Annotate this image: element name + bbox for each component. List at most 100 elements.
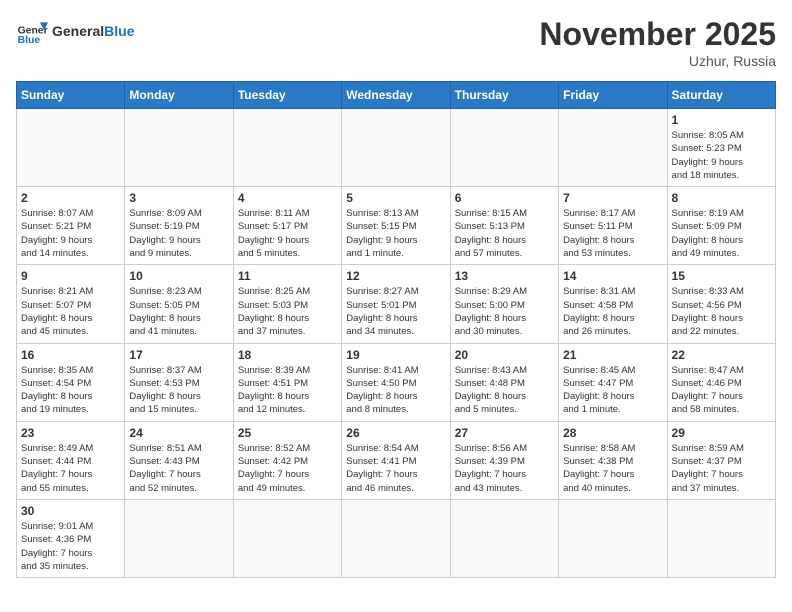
day-number: 13 <box>455 269 554 283</box>
day-info: Sunrise: 8:15 AM Sunset: 5:13 PM Dayligh… <box>455 207 554 260</box>
logo-blue: Blue <box>104 23 134 39</box>
day-number: 9 <box>21 269 120 283</box>
calendar-cell: 11 Sunrise: 8:25 AM Sunset: 5:03 PM Dayli… <box>233 265 341 343</box>
calendar-cell: 19Sunrise: 8:41 AM Sunset: 4:50 PM Dayli… <box>342 343 450 421</box>
day-info: Sunrise: 9:01 AM Sunset: 4:36 PM Dayligh… <box>21 520 120 573</box>
day-number: 3 <box>129 191 228 205</box>
day-number: 25 <box>238 426 337 440</box>
calendar-cell: 14 Sunrise: 8:31 AM Sunset: 4:58 PM Dayli… <box>559 265 667 343</box>
day-number: 11 <box>238 269 337 283</box>
day-info: Sunrise: 8:56 AM Sunset: 4:39 PM Dayligh… <box>455 442 554 495</box>
day-info: Sunrise: 8:17 AM Sunset: 5:11 PM Dayligh… <box>563 207 662 260</box>
day-info: Sunrise: 8:47 AM Sunset: 4:46 PM Dayligh… <box>672 364 771 417</box>
day-info: Sunrise: 8:37 AM Sunset: 4:53 PM Dayligh… <box>129 364 228 417</box>
calendar-cell: 8 Sunrise: 8:19 AM Sunset: 5:09 PM Daylig… <box>667 187 775 265</box>
day-info: Sunrise: 8:21 AM Sunset: 5:07 PM Dayligh… <box>21 285 120 338</box>
day-info: Sunrise: 8:11 AM Sunset: 5:17 PM Dayligh… <box>238 207 337 260</box>
day-info: Sunrise: 8:49 AM Sunset: 4:44 PM Dayligh… <box>21 442 120 495</box>
calendar-week-row: 1 Sunrise: 8:05 AM Sunset: 5:23 PM Daylig… <box>17 109 776 187</box>
day-info: Sunrise: 8:23 AM Sunset: 5:05 PM Dayligh… <box>129 285 228 338</box>
day-number: 17 <box>129 348 228 362</box>
day-info: Sunrise: 8:29 AM Sunset: 5:00 PM Dayligh… <box>455 285 554 338</box>
calendar-cell: 16Sunrise: 8:35 AM Sunset: 4:54 PM Dayli… <box>17 343 125 421</box>
calendar-week-row: 2 Sunrise: 8:07 AM Sunset: 5:21 PM Daylig… <box>17 187 776 265</box>
calendar-cell: 21Sunrise: 8:45 AM Sunset: 4:47 PM Dayli… <box>559 343 667 421</box>
calendar-cell: 7 Sunrise: 8:17 AM Sunset: 5:11 PM Daylig… <box>559 187 667 265</box>
day-number: 20 <box>455 348 554 362</box>
day-info: Sunrise: 8:13 AM Sunset: 5:15 PM Dayligh… <box>346 207 445 260</box>
calendar-cell <box>559 109 667 187</box>
calendar-cell: 24Sunrise: 8:51 AM Sunset: 4:43 PM Dayli… <box>125 421 233 499</box>
calendar-cell: 3 Sunrise: 8:09 AM Sunset: 5:19 PM Daylig… <box>125 187 233 265</box>
day-number: 22 <box>672 348 771 362</box>
calendar-header-row: SundayMondayTuesdayWednesdayThursdayFrid… <box>17 82 776 109</box>
calendar-cell: 29 Sunrise: 8:59 AM Sunset: 4:37 PM Dayli… <box>667 421 775 499</box>
day-number: 7 <box>563 191 662 205</box>
day-info: Sunrise: 8:39 AM Sunset: 4:51 PM Dayligh… <box>238 364 337 417</box>
day-number: 19 <box>346 348 445 362</box>
logo-general: General <box>52 23 104 39</box>
day-number: 21 <box>563 348 662 362</box>
day-info: Sunrise: 8:25 AM Sunset: 5:03 PM Dayligh… <box>238 285 337 338</box>
calendar-cell: 22 Sunrise: 8:47 AM Sunset: 4:46 PM Dayli… <box>667 343 775 421</box>
day-info: Sunrise: 8:59 AM Sunset: 4:37 PM Dayligh… <box>672 442 771 495</box>
location-subtitle: Uzhur, Russia <box>539 53 776 69</box>
day-number: 29 <box>672 426 771 440</box>
day-info: Sunrise: 8:19 AM Sunset: 5:09 PM Dayligh… <box>672 207 771 260</box>
calendar-week-row: 23Sunrise: 8:49 AM Sunset: 4:44 PM Dayli… <box>17 421 776 499</box>
weekday-header-friday: Friday <box>559 82 667 109</box>
calendar-cell: 4 Sunrise: 8:11 AM Sunset: 5:17 PM Daylig… <box>233 187 341 265</box>
page-header: General Blue GeneralBlue November 2025 U… <box>16 16 776 69</box>
calendar-cell <box>125 499 233 577</box>
day-number: 2 <box>21 191 120 205</box>
calendar-week-row: 9 Sunrise: 8:21 AM Sunset: 5:07 PM Daylig… <box>17 265 776 343</box>
day-info: Sunrise: 8:09 AM Sunset: 5:19 PM Dayligh… <box>129 207 228 260</box>
day-info: Sunrise: 8:54 AM Sunset: 4:41 PM Dayligh… <box>346 442 445 495</box>
day-number: 4 <box>238 191 337 205</box>
day-info: Sunrise: 8:31 AM Sunset: 4:58 PM Dayligh… <box>563 285 662 338</box>
day-number: 30 <box>21 504 120 518</box>
weekday-header-thursday: Thursday <box>450 82 558 109</box>
weekday-header-sunday: Sunday <box>17 82 125 109</box>
day-info: Sunrise: 8:27 AM Sunset: 5:01 PM Dayligh… <box>346 285 445 338</box>
day-number: 28 <box>563 426 662 440</box>
calendar-table: SundayMondayTuesdayWednesdayThursdayFrid… <box>16 81 776 578</box>
calendar-cell: 2 Sunrise: 8:07 AM Sunset: 5:21 PM Daylig… <box>17 187 125 265</box>
weekday-header-wednesday: Wednesday <box>342 82 450 109</box>
calendar-cell: 15 Sunrise: 8:33 AM Sunset: 4:56 PM Dayli… <box>667 265 775 343</box>
day-info: Sunrise: 8:52 AM Sunset: 4:42 PM Dayligh… <box>238 442 337 495</box>
calendar-cell <box>342 109 450 187</box>
calendar-cell <box>342 499 450 577</box>
calendar-cell <box>450 109 558 187</box>
day-number: 1 <box>672 113 771 127</box>
day-number: 14 <box>563 269 662 283</box>
day-number: 18 <box>238 348 337 362</box>
day-info: Sunrise: 8:58 AM Sunset: 4:38 PM Dayligh… <box>563 442 662 495</box>
day-number: 16 <box>21 348 120 362</box>
day-number: 8 <box>672 191 771 205</box>
day-info: Sunrise: 8:05 AM Sunset: 5:23 PM Dayligh… <box>672 129 771 182</box>
title-area: November 2025 Uzhur, Russia <box>539 16 776 69</box>
calendar-cell <box>667 499 775 577</box>
weekday-header-monday: Monday <box>125 82 233 109</box>
month-year-title: November 2025 <box>539 16 776 53</box>
calendar-cell: 18 Sunrise: 8:39 AM Sunset: 4:51 PM Dayli… <box>233 343 341 421</box>
calendar-cell: 1 Sunrise: 8:05 AM Sunset: 5:23 PM Daylig… <box>667 109 775 187</box>
logo-icon: General Blue <box>16 16 48 48</box>
day-number: 12 <box>346 269 445 283</box>
calendar-week-row: 30 Sunrise: 9:01 AM Sunset: 4:36 PM Dayli… <box>17 499 776 577</box>
calendar-cell: 17 Sunrise: 8:37 AM Sunset: 4:53 PM Dayli… <box>125 343 233 421</box>
calendar-cell: 30 Sunrise: 9:01 AM Sunset: 4:36 PM Dayli… <box>17 499 125 577</box>
day-info: Sunrise: 8:33 AM Sunset: 4:56 PM Dayligh… <box>672 285 771 338</box>
logo: General Blue GeneralBlue <box>16 16 134 48</box>
calendar-cell: 27Sunrise: 8:56 AM Sunset: 4:39 PM Dayli… <box>450 421 558 499</box>
svg-text:Blue: Blue <box>18 35 41 46</box>
calendar-cell: 28 Sunrise: 8:58 AM Sunset: 4:38 PM Dayli… <box>559 421 667 499</box>
calendar-cell <box>450 499 558 577</box>
weekday-header-tuesday: Tuesday <box>233 82 341 109</box>
day-info: Sunrise: 8:51 AM Sunset: 4:43 PM Dayligh… <box>129 442 228 495</box>
day-number: 15 <box>672 269 771 283</box>
day-info: Sunrise: 8:07 AM Sunset: 5:21 PM Dayligh… <box>21 207 120 260</box>
calendar-cell: 23Sunrise: 8:49 AM Sunset: 4:44 PM Dayli… <box>17 421 125 499</box>
calendar-cell: 12 Sunrise: 8:27 AM Sunset: 5:01 PM Dayli… <box>342 265 450 343</box>
